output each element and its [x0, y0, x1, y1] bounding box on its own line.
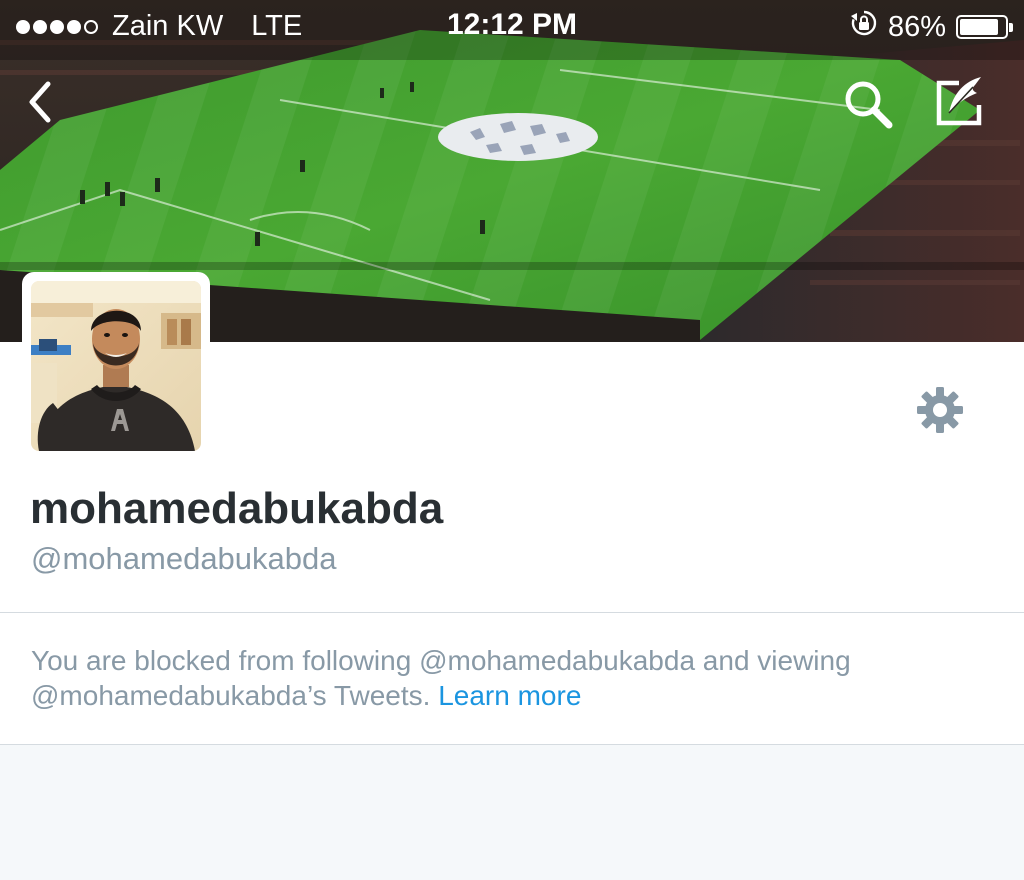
- blocked-notice-text: You are blocked from following @mohameda…: [31, 643, 991, 713]
- profile-handle: @mohamedabukabda: [31, 541, 337, 576]
- gear-icon: [917, 387, 963, 433]
- rotation-lock-icon: [850, 9, 878, 45]
- search-icon: [845, 81, 893, 129]
- blocked-notice: You are blocked from following @mohameda…: [0, 613, 1024, 744]
- compose-tweet-icon: [936, 77, 982, 126]
- learn-more-link[interactable]: Learn more: [438, 680, 581, 711]
- avatar-photo: [31, 281, 201, 451]
- back-button[interactable]: [8, 70, 72, 134]
- profile-screen: Zain KW LTE 12:12 PM 86% mohamedabukabda…: [0, 0, 1024, 880]
- status-right: 86%: [850, 9, 1013, 45]
- battery-icon: [956, 15, 1013, 39]
- battery-level-fill: [960, 19, 998, 35]
- empty-timeline-area: [0, 745, 1024, 880]
- back-chevron-icon: [29, 81, 51, 123]
- profile-display-name: mohamedabukabda: [30, 484, 444, 533]
- status-bar: Zain KW LTE 12:12 PM 86%: [0, 0, 1024, 52]
- battery-percent: 86%: [887, 10, 946, 43]
- settings-button[interactable]: [912, 382, 968, 438]
- profile-avatar-frame[interactable]: [22, 272, 210, 460]
- search-button[interactable]: [836, 72, 900, 136]
- avatar: [31, 281, 201, 451]
- compose-tweet-button[interactable]: [926, 70, 990, 134]
